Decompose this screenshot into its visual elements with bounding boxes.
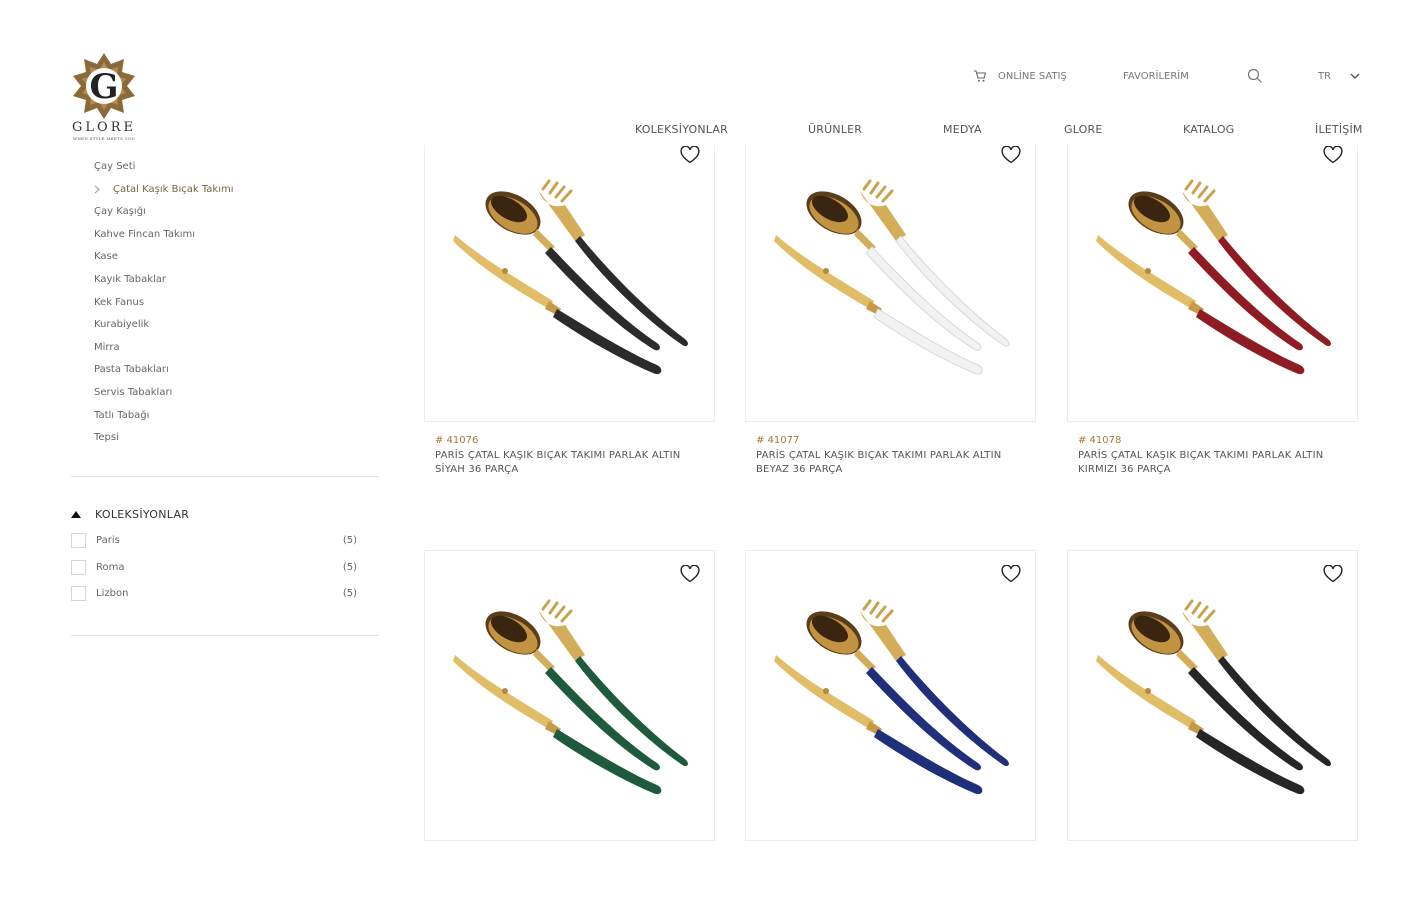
product-card[interactable]: # 41078 PARİS ÇATAL KAŞIK BIÇAK TAKIMI P… xyxy=(1067,145,1358,477)
category-item[interactable]: Kayık Tabaklar xyxy=(94,273,234,296)
checkbox[interactable] xyxy=(71,532,86,548)
product-code: # 41078 xyxy=(1078,435,1122,446)
favorites-link[interactable]: FAVORİLERİM xyxy=(1123,71,1189,82)
product-code: # 41077 xyxy=(756,435,800,446)
product-image[interactable] xyxy=(1067,145,1358,422)
heart-icon[interactable] xyxy=(1323,565,1343,583)
cart-icon xyxy=(974,70,987,82)
product-card[interactable] xyxy=(1067,550,1358,841)
product-image[interactable] xyxy=(745,145,1036,422)
category-item[interactable]: Kek Fanus xyxy=(94,296,234,319)
heart-icon[interactable] xyxy=(680,146,700,164)
cutlery-set-illustration xyxy=(1096,179,1331,375)
product-card[interactable] xyxy=(424,550,715,841)
collections-filter-toggle[interactable]: KOLEKSİYONLAR xyxy=(71,508,189,521)
category-item[interactable]: Kase xyxy=(94,250,234,273)
filter-option-lizbon[interactable]: Lizbon (5) xyxy=(71,585,357,601)
category-active-label: Çatal Kaşık Bıçak Takımı xyxy=(113,183,234,195)
product-card[interactable]: # 41076 PARİS ÇATAL KAŞIK BIÇAK TAKIMI P… xyxy=(424,145,715,477)
nav-products[interactable]: ÜRÜNLER xyxy=(808,123,862,136)
checkbox[interactable] xyxy=(71,559,86,575)
logo-emblem-icon: G xyxy=(73,53,135,119)
heart-icon[interactable] xyxy=(1001,146,1021,164)
product-code: # 41076 xyxy=(435,435,479,446)
product-image[interactable] xyxy=(745,550,1036,841)
heart-icon[interactable] xyxy=(680,565,700,583)
product-card[interactable]: # 41077 PARİS ÇATAL KAŞIK BIÇAK TAKIMI P… xyxy=(745,145,1036,477)
category-item[interactable]: Kurabiyelik xyxy=(94,318,234,341)
filter-option-label: Roma xyxy=(96,561,125,573)
filter-option-count: (5) xyxy=(342,561,357,573)
top-bar: ONLİNE SATIŞ FAVORİLERİM TR xyxy=(0,66,1420,86)
heart-icon[interactable] xyxy=(1323,146,1343,164)
cutlery-set-illustration xyxy=(774,179,1010,375)
product-image[interactable] xyxy=(424,550,715,841)
caret-up-icon xyxy=(71,511,81,518)
favorites-label: FAVORİLERİM xyxy=(1123,70,1189,82)
category-item[interactable]: Tepsi xyxy=(94,431,234,454)
category-item-active[interactable]: Çatal Kaşık Bıçak Takımı xyxy=(94,183,234,206)
search-button[interactable] xyxy=(1247,68,1263,84)
product-image[interactable] xyxy=(1067,550,1358,841)
category-item[interactable]: Tatlı Tabağı xyxy=(94,409,234,432)
category-item[interactable]: Servis Tabakları xyxy=(94,386,234,409)
brand-name: GLORE xyxy=(72,120,136,135)
nav-contact[interactable]: İLETİŞİM xyxy=(1315,123,1363,136)
nav-glore[interactable]: GLORE xyxy=(1064,123,1103,136)
cutlery-set-illustration xyxy=(453,179,688,375)
category-item[interactable]: Çay Seti xyxy=(94,160,234,183)
filter-option-label: Paris xyxy=(96,534,120,546)
filter-option-count: (5) xyxy=(342,534,357,546)
search-icon xyxy=(1247,68,1262,83)
category-list: Çay Seti Çatal Kaşık Bıçak Takımı Çay Ka… xyxy=(94,160,234,454)
cutlery-set-illustration xyxy=(453,599,688,795)
collections-filter-heading: KOLEKSİYONLAR xyxy=(95,508,190,521)
sidebar-divider xyxy=(71,476,379,477)
product-image[interactable] xyxy=(424,145,715,422)
cutlery-set-illustration xyxy=(774,599,1009,795)
filter-option-label: Lizbon xyxy=(96,587,129,599)
sidebar-divider xyxy=(71,635,379,636)
product-card[interactable] xyxy=(745,550,1036,841)
nav-media[interactable]: MEDYA xyxy=(943,123,982,136)
online-sale-label: ONLİNE SATIŞ xyxy=(998,70,1067,82)
nav-collections[interactable]: KOLEKSİYONLAR xyxy=(635,123,728,136)
brand-tagline: WHEN STYLE MEETS YOU xyxy=(72,136,136,141)
filter-option-paris[interactable]: Paris (5) xyxy=(71,532,357,548)
product-title[interactable]: PARİS ÇATAL KAŞIK BIÇAK TAKIMI PARLAK AL… xyxy=(424,449,715,477)
filter-option-roma[interactable]: Roma (5) xyxy=(71,559,357,575)
category-item[interactable]: Kahve Fincan Takımı xyxy=(94,228,234,251)
category-item[interactable]: Mirra xyxy=(94,341,234,364)
checkbox[interactable] xyxy=(71,585,86,601)
category-item[interactable]: Pasta Tabakları xyxy=(94,363,234,386)
chevron-down-icon xyxy=(1350,73,1360,79)
chevron-right-icon xyxy=(94,185,100,193)
cutlery-set-illustration xyxy=(1096,599,1331,795)
language-selector[interactable]: TR xyxy=(1318,71,1360,82)
category-item[interactable]: Çay Kaşığı xyxy=(94,205,234,228)
online-sale-link[interactable]: ONLİNE SATIŞ xyxy=(973,69,1067,83)
language-label: TR xyxy=(1318,70,1332,82)
product-title[interactable]: PARİS ÇATAL KAŞIK BIÇAK TAKIMI PARLAK AL… xyxy=(745,449,1036,477)
nav-catalog[interactable]: KATALOG xyxy=(1183,123,1234,136)
product-title[interactable]: PARİS ÇATAL KAŞIK BIÇAK TAKIMI PARLAK AL… xyxy=(1067,449,1358,477)
heart-icon[interactable] xyxy=(1001,565,1021,583)
filter-option-count: (5) xyxy=(342,587,357,599)
